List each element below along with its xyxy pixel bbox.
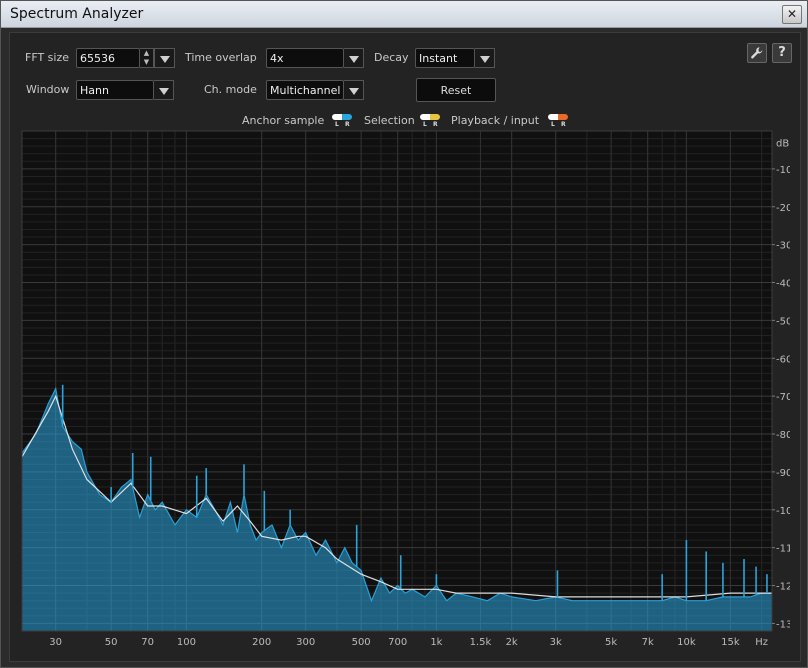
y-tick-label: -40 bbox=[776, 279, 790, 290]
x-unit-label: Hz bbox=[755, 637, 768, 648]
legend-playback-label: Playback / input bbox=[451, 114, 540, 127]
decay-label: Decay bbox=[374, 51, 409, 64]
x-tick-label: 10k bbox=[677, 637, 696, 648]
ch-mode-label: Ch. mode bbox=[204, 83, 257, 96]
y-tick-label: -50 bbox=[776, 316, 790, 327]
y-tick-label: -20 bbox=[776, 203, 790, 214]
title-bar[interactable]: Spectrum Analyzer ✕ bbox=[1, 1, 807, 28]
legend-selection-r: R bbox=[433, 121, 438, 128]
x-tick-label: 300 bbox=[296, 637, 315, 648]
legend-anchor-r: R bbox=[345, 121, 350, 128]
x-tick-label: 30 bbox=[49, 637, 62, 648]
y-tick-label: -120 bbox=[776, 582, 790, 593]
window-title: Spectrum Analyzer bbox=[10, 6, 144, 22]
x-tick-label: 3k bbox=[550, 637, 562, 648]
y-tick-label: -60 bbox=[776, 354, 790, 365]
reset-button[interactable]: Reset bbox=[416, 78, 496, 102]
legend-anchor-sample-swatch bbox=[332, 114, 352, 120]
x-tick-label: 70 bbox=[141, 637, 154, 648]
time-overlap-dropdown-button[interactable] bbox=[344, 48, 364, 68]
analyzer-panel: FFT size 65536 ▲ ▼ Time overlap 4x Decay … bbox=[9, 32, 801, 662]
x-tick-label: 100 bbox=[177, 637, 196, 648]
window-label: Window bbox=[26, 83, 70, 96]
spectrum-plot[interactable]: dB -10 -20 -30 -40 -50 -60 -70 -80 -90 -100 -110 -12… bbox=[20, 129, 790, 654]
y-tick-label: -110 bbox=[776, 544, 790, 555]
x-tick-label: 2k bbox=[506, 637, 518, 648]
ch-mode-select[interactable]: Multichannel bbox=[266, 80, 344, 100]
x-tick-label: 1k bbox=[430, 637, 442, 648]
x-tick-label: 7k bbox=[642, 637, 654, 648]
spectrum-analyzer-window: Spectrum Analyzer ✕ FFT size 65536 ▲ ▼ Ti… bbox=[0, 0, 808, 668]
legend-selection-l: L bbox=[423, 121, 427, 128]
help-icon[interactable]: ? bbox=[772, 43, 792, 63]
legend-playback-swatch bbox=[548, 114, 568, 120]
ch-mode-dropdown-button[interactable] bbox=[344, 80, 364, 100]
fft-size-field[interactable]: 65536 bbox=[76, 48, 140, 68]
fft-size-dropdown-button[interactable] bbox=[154, 48, 175, 68]
y-tick-label: -10 bbox=[776, 165, 790, 176]
legend-anchor-sample-label: Anchor sample bbox=[242, 114, 325, 127]
wrench-icon[interactable] bbox=[747, 43, 767, 63]
window-select[interactable]: Hann bbox=[76, 80, 154, 100]
decay-dropdown-button[interactable] bbox=[475, 48, 495, 68]
x-tick-label: 15k bbox=[721, 637, 740, 648]
legend-playback-l: L bbox=[551, 121, 555, 128]
legend-playback-r: R bbox=[561, 121, 566, 128]
x-tick-label: 50 bbox=[105, 637, 118, 648]
decay-select[interactable]: Instant bbox=[415, 48, 475, 68]
legend-selection-label: Selection bbox=[364, 114, 415, 127]
close-button[interactable]: ✕ bbox=[782, 5, 802, 24]
y-tick-label: -100 bbox=[776, 506, 790, 517]
fft-size-stepper[interactable]: ▲ ▼ bbox=[140, 48, 154, 68]
y-tick-label: -30 bbox=[776, 241, 790, 252]
x-tick-label: 200 bbox=[252, 637, 271, 648]
time-overlap-select[interactable]: 4x bbox=[266, 48, 344, 68]
x-tick-label: 700 bbox=[388, 637, 407, 648]
y-tick-label: -70 bbox=[776, 392, 790, 403]
time-overlap-label: Time overlap bbox=[185, 51, 257, 64]
legend-selection-swatch bbox=[420, 114, 440, 120]
y-tick-label: -80 bbox=[776, 430, 790, 441]
y-tick-label: -130 bbox=[776, 619, 790, 630]
y-unit-label: dB bbox=[776, 138, 789, 149]
window-dropdown-button[interactable] bbox=[154, 80, 174, 100]
y-tick-label: -90 bbox=[776, 468, 790, 479]
x-tick-label: 1.5k bbox=[470, 637, 492, 648]
x-tick-label: 500 bbox=[352, 637, 371, 648]
legend-anchor-l: L bbox=[335, 121, 339, 128]
fft-size-label: FFT size bbox=[25, 51, 70, 64]
x-tick-label: 5k bbox=[605, 637, 617, 648]
